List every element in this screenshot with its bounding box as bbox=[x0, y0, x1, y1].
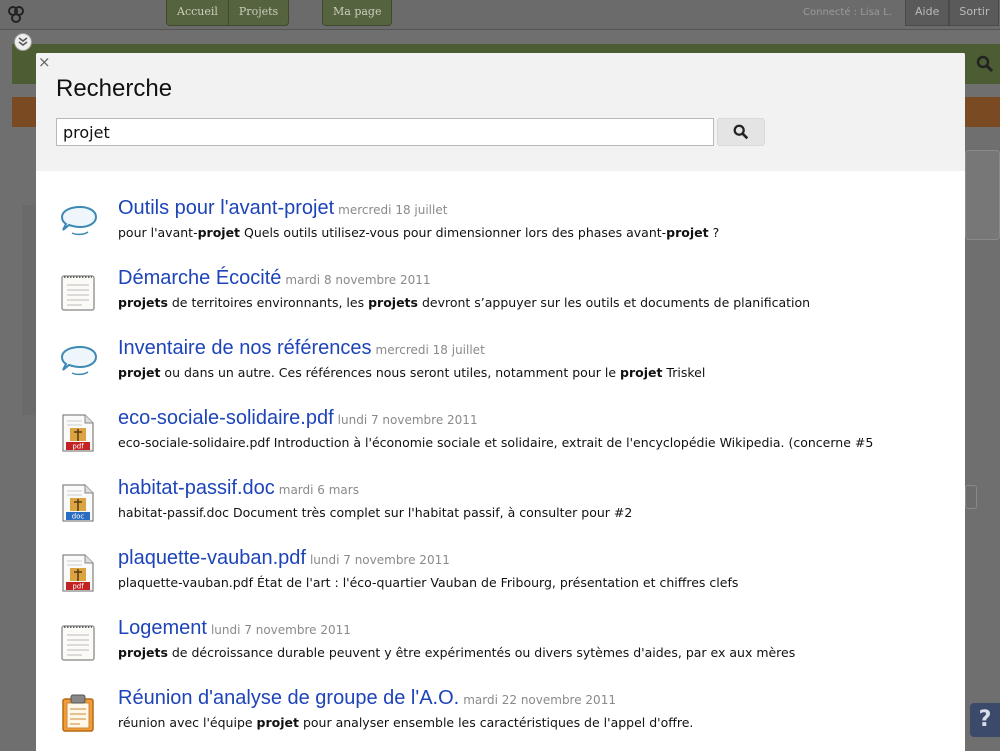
nav-projets[interactable]: Projets bbox=[229, 0, 288, 25]
result-item[interactable]: Réunion d'analyse de groupe de l'A.O. mar… bbox=[36, 681, 965, 751]
result-title-link[interactable]: Logement bbox=[118, 617, 207, 639]
snippet-text: habitat-passif.doc Document très complet… bbox=[118, 505, 633, 520]
triskel-logo-icon[interactable] bbox=[6, 4, 26, 26]
result-title-link[interactable]: eco-sociale-solidaire.pdf bbox=[118, 407, 334, 429]
result-date: mardi 22 novembre 2011 bbox=[463, 693, 616, 707]
doc-icon: doc bbox=[58, 483, 98, 523]
nav-accueil[interactable]: Accueil bbox=[167, 0, 229, 25]
result-date: lundi 7 novembre 2011 bbox=[337, 413, 478, 427]
result-date: mardi 8 novembre 2011 bbox=[285, 273, 431, 287]
snippet-text: Quels outils utilisez-vous pour dimensio… bbox=[240, 225, 667, 240]
collapse-chevron-icon[interactable] bbox=[14, 33, 32, 51]
result-snippet: projet ou dans un autre. Ces références … bbox=[118, 365, 963, 380]
modal-header: × Recherche bbox=[36, 53, 965, 171]
search-modal: × Recherche Outils pour l'avant-projet me… bbox=[36, 53, 965, 751]
background-panel bbox=[965, 150, 1000, 240]
page-icon bbox=[58, 273, 98, 313]
snippet-text: devront s’appuyer sur les outils et docu… bbox=[417, 295, 811, 310]
snippet-highlight: projet bbox=[197, 225, 241, 240]
result-title-link[interactable]: habitat-passif.doc bbox=[118, 477, 275, 499]
result-date: mercredi 18 juillet bbox=[338, 203, 448, 217]
result-title-link[interactable]: Démarche Écocité bbox=[118, 267, 281, 289]
snippet-text: ? bbox=[708, 225, 720, 240]
result-snippet: pour l'avant-projet Quels outils utilise… bbox=[118, 225, 963, 240]
result-snippet: eco-sociale-solidaire.pdf Introduction à… bbox=[118, 435, 963, 450]
nav-aide[interactable]: Aide bbox=[905, 0, 950, 26]
result-date: mardi 6 mars bbox=[278, 483, 359, 497]
result-item[interactable]: Démarche Écocité mardi 8 novembre 2011 pro… bbox=[36, 261, 965, 331]
help-button[interactable]: ? bbox=[970, 703, 1000, 737]
snippet-text: réunion avec l'équipe bbox=[118, 715, 257, 730]
svg-text:doc: doc bbox=[72, 513, 85, 521]
discussion-icon bbox=[58, 203, 98, 243]
user-nav: Aide Sortir bbox=[905, 0, 1000, 26]
search-button[interactable] bbox=[717, 118, 765, 146]
result-header: Outils pour l'avant-projet mercredi 18 ju… bbox=[118, 197, 447, 220]
result-item[interactable]: pdf eco-sociale-solidaire.pdf lundi 7 nove… bbox=[36, 401, 965, 471]
top-bar: Accueil Projets Ma page Connecté : Lisa … bbox=[0, 0, 1000, 30]
search-input[interactable] bbox=[56, 118, 714, 146]
modal-title: Recherche bbox=[56, 75, 173, 102]
search-icon[interactable] bbox=[975, 54, 997, 76]
svg-text:pdf: pdf bbox=[72, 583, 84, 591]
snippet-text: eco-sociale-solidaire.pdf Introduction à… bbox=[118, 435, 874, 450]
svg-text:pdf: pdf bbox=[72, 443, 84, 451]
result-header: Démarche Écocité mardi 8 novembre 2011 bbox=[118, 267, 431, 290]
result-title-link[interactable]: Réunion d'analyse de groupe de l'A.O. bbox=[118, 687, 459, 709]
result-snippet: projets de territoires environnants, les… bbox=[118, 295, 963, 310]
page-icon bbox=[58, 623, 98, 663]
snippet-text: Triskel bbox=[662, 365, 706, 380]
result-snippet: plaquette-vauban.pdf État de l'art : l'é… bbox=[118, 575, 963, 590]
result-header: plaquette-vauban.pdf lundi 7 novembre 201… bbox=[118, 547, 450, 570]
result-header: Logement lundi 7 novembre 2011 bbox=[118, 617, 351, 640]
result-header: habitat-passif.doc mardi 6 mars bbox=[118, 477, 359, 500]
result-date: mercredi 18 juillet bbox=[375, 343, 485, 357]
search-results: Outils pour l'avant-projet mercredi 18 ju… bbox=[36, 191, 965, 751]
snippet-highlight: projet bbox=[118, 365, 161, 380]
snippet-highlight: projet bbox=[620, 365, 663, 380]
discussion-icon bbox=[58, 343, 98, 383]
result-item[interactable]: Inventaire de nos références mercredi 18 … bbox=[36, 331, 965, 401]
result-date: lundi 7 novembre 2011 bbox=[309, 553, 450, 567]
result-header: Réunion d'analyse de groupe de l'A.O. mar… bbox=[118, 687, 616, 710]
result-item[interactable]: doc habitat-passif.doc mardi 6 mars habitat… bbox=[36, 471, 965, 541]
clipboard-icon bbox=[58, 693, 98, 733]
result-header: eco-sociale-solidaire.pdf lundi 7 novembr… bbox=[118, 407, 478, 430]
result-header: Inventaire de nos références mercredi 18 … bbox=[118, 337, 485, 360]
close-icon[interactable]: × bbox=[38, 53, 51, 71]
result-item[interactable]: pdf plaquette-vauban.pdf lundi 7 novembre … bbox=[36, 541, 965, 611]
snippet-text: plaquette-vauban.pdf État de l'art : l'é… bbox=[118, 575, 739, 590]
result-date: lundi 7 novembre 2011 bbox=[210, 623, 351, 637]
pdf-icon: pdf bbox=[58, 553, 98, 593]
mypage-nav: Ma page bbox=[322, 0, 393, 26]
snippet-highlight: projet bbox=[256, 715, 299, 730]
background-panel-small bbox=[965, 485, 977, 509]
snippet-text: ou dans un autre. Ces références nous se… bbox=[160, 365, 620, 380]
snippet-text: de territoires environnants, les bbox=[167, 295, 369, 310]
nav-ma-page[interactable]: Ma page bbox=[323, 0, 391, 25]
snippet-highlight: projet bbox=[666, 225, 709, 240]
result-item[interactable]: Outils pour l'avant-projet mercredi 18 ju… bbox=[36, 191, 965, 261]
snippet-highlight: projets bbox=[368, 295, 418, 310]
main-nav: Accueil Projets bbox=[166, 0, 290, 26]
snippet-highlight: projets bbox=[118, 295, 168, 310]
connected-user: Connecté : Lisa L. bbox=[803, 7, 892, 18]
pdf-icon: pdf bbox=[58, 413, 98, 453]
search-icon bbox=[733, 124, 749, 140]
nav-sortir[interactable]: Sortir bbox=[949, 0, 1000, 26]
background-sidebar bbox=[22, 205, 36, 415]
result-title-link[interactable]: Inventaire de nos références bbox=[118, 337, 372, 359]
snippet-highlight: projets bbox=[118, 645, 168, 660]
result-snippet: projets de décroissance durable peuvent … bbox=[118, 645, 963, 660]
snippet-text: pour l'avant- bbox=[118, 225, 198, 240]
result-item[interactable]: Logement lundi 7 novembre 2011 projets de … bbox=[36, 611, 965, 681]
result-title-link[interactable]: Outils pour l'avant-projet bbox=[118, 197, 334, 219]
snippet-text: de décroissance durable peuvent y être e… bbox=[167, 645, 796, 660]
snippet-text: pour analyser ensemble les caractéristiq… bbox=[299, 715, 694, 730]
result-snippet: habitat-passif.doc Document très complet… bbox=[118, 505, 963, 520]
result-title-link[interactable]: plaquette-vauban.pdf bbox=[118, 547, 306, 569]
result-snippet: réunion avec l'équipe projet pour analys… bbox=[118, 715, 963, 730]
